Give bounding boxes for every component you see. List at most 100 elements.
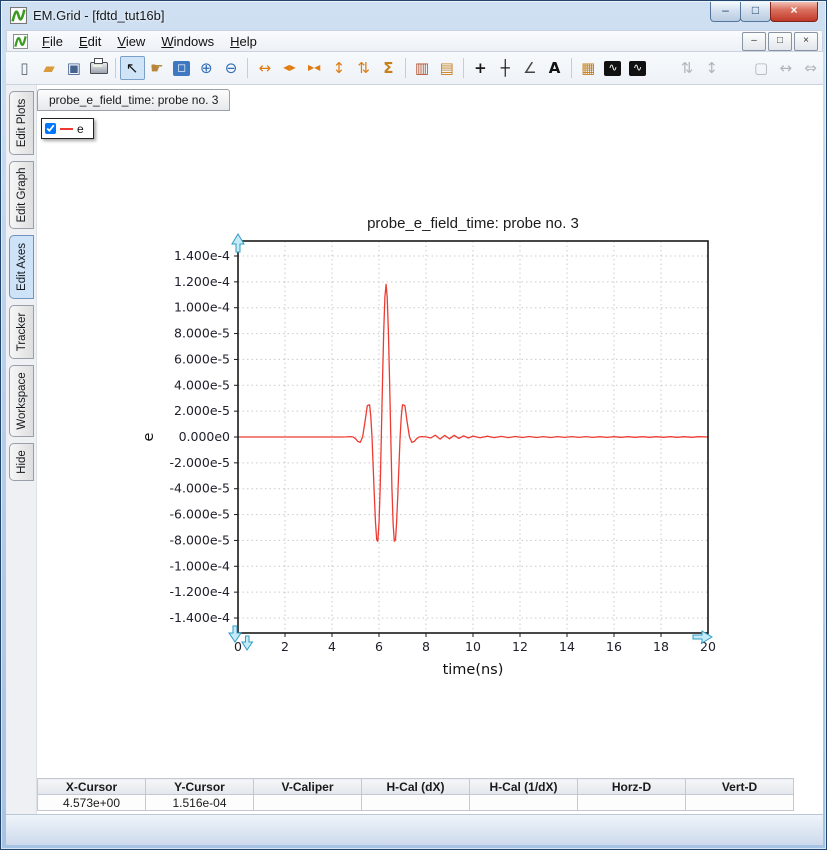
chart-svg[interactable]: 0 2 4 6 8 10 12 14 16 18 201.400e-41.200e-41.000e-… bbox=[131, 206, 731, 686]
menu-file[interactable]: File bbox=[34, 32, 71, 51]
status-bar bbox=[6, 814, 823, 845]
status-value-cell: 1.516e-04 bbox=[145, 794, 254, 811]
open-folder-icon: ▰ bbox=[43, 59, 55, 77]
sidebar-tab-edit-plots[interactable]: Edit Plots bbox=[9, 91, 34, 155]
mdi-close-button[interactable]: × bbox=[794, 31, 818, 51]
x-tick-label: 16 bbox=[606, 639, 622, 654]
app-menu-icon[interactable] bbox=[13, 33, 28, 49]
y-tick-label: 8.000e-5 bbox=[174, 326, 230, 341]
legend-line-swatch bbox=[60, 127, 73, 130]
autoscale-button[interactable]: Σ bbox=[376, 56, 401, 80]
expand-frame-v-button: ⇅ bbox=[675, 56, 700, 80]
expand-frame-h-icon: ↔ bbox=[779, 59, 793, 77]
sidebar-tab-workspace[interactable]: Workspace bbox=[9, 365, 34, 437]
compress-x-button[interactable]: ▶◀ bbox=[302, 56, 327, 80]
y-tick-label: -1.400e-4 bbox=[170, 610, 230, 625]
print-button[interactable] bbox=[86, 56, 111, 80]
select-cursor-icon: ↖ bbox=[125, 59, 139, 77]
mdi-restore-button[interactable]: □ bbox=[768, 31, 792, 51]
pan-hand-icon: ☛ bbox=[150, 59, 164, 77]
new-file-button[interactable]: ▯ bbox=[12, 56, 37, 80]
autoscale-icon: Σ bbox=[383, 59, 394, 77]
print-icon bbox=[89, 58, 108, 74]
sidebar-tab-label: Tracker bbox=[15, 312, 28, 352]
slope-button[interactable]: ∠ bbox=[517, 56, 542, 80]
toolbar-separator bbox=[247, 58, 249, 78]
sidebar-tab-tracker[interactable]: Tracker bbox=[9, 305, 34, 359]
mdi-minimize-button[interactable]: – bbox=[742, 31, 766, 51]
histogram-vertical-icon: ▥ bbox=[414, 59, 430, 77]
fit-x-button[interactable]: ↔ bbox=[252, 56, 277, 80]
crosshair-button[interactable]: + bbox=[468, 56, 493, 80]
maximize-button[interactable]: □ bbox=[740, 2, 771, 22]
close-button[interactable]: × bbox=[770, 2, 818, 22]
status-header-row: X-Cursor Y-Cursor V-Caliper H-Cal (dX) H-Cal… bbox=[37, 778, 794, 795]
minimize-button[interactable]: – bbox=[710, 2, 741, 22]
zoom-out-button[interactable]: ⊖ bbox=[219, 56, 244, 80]
chart-area: probe_e_field_time: probe no. 3 0 2 4 6 8 10 1… bbox=[131, 206, 731, 686]
menu-items: File Edit View Windows Help bbox=[34, 32, 740, 51]
select-cursor-button[interactable]: ↖ bbox=[119, 56, 145, 80]
frame-icon: ▢ bbox=[753, 59, 769, 77]
status-header-cell: V-Caliper bbox=[253, 778, 362, 795]
window-title: EM.Grid - [fdtd_tut16b] bbox=[33, 7, 165, 23]
menu-help[interactable]: Help bbox=[222, 32, 265, 51]
status-value-cell bbox=[469, 794, 578, 811]
histogram-vertical-button[interactable]: ▥ bbox=[410, 56, 435, 80]
y-tick-label: 1.200e-4 bbox=[174, 274, 230, 289]
fft-inverse-button[interactable]: ∿ bbox=[625, 56, 650, 80]
status-value-row: 4.573e+00 1.516e-04 bbox=[37, 794, 794, 811]
text-annotation-icon: A bbox=[548, 59, 561, 77]
toolbar-separator bbox=[570, 58, 572, 78]
status-header-cell: Horz-D bbox=[577, 778, 686, 795]
frame-button: ▢ bbox=[749, 56, 774, 80]
zoom-in-button[interactable]: ⊕ bbox=[194, 56, 219, 80]
status-value-cell bbox=[577, 794, 686, 811]
text-annotation-button[interactable]: A bbox=[542, 56, 567, 80]
x-tick-label: 18 bbox=[653, 639, 669, 654]
menu-windows[interactable]: Windows bbox=[153, 32, 222, 51]
menu-bar: File Edit View Windows Help – □ × bbox=[6, 30, 823, 52]
y-tick-label: -8.000e-5 bbox=[170, 532, 230, 547]
legend-e-checkbox[interactable] bbox=[45, 123, 56, 134]
toolbar: ▯ ▰ ▣ ↖ ☛ ◻ ⊕ ⊖ ↔ ◀▶ ▶◀ ↕ ⇅ Σ ▥ ▤ + ┼ ∠ A ▦ ∿ ∿ ⇅ ↕ ▢ ↔ ⇔ bbox=[6, 52, 823, 85]
sidebar-tab-label: Hide bbox=[15, 450, 28, 474]
toolbar-gap bbox=[650, 68, 675, 69]
y-tick-label: 4.000e-5 bbox=[174, 377, 230, 392]
sidebar-tab-label: Edit Axes bbox=[15, 243, 28, 291]
zoom-region-button[interactable]: ◻ bbox=[169, 56, 194, 80]
toolbar-gap bbox=[724, 68, 749, 69]
status-header-cell: X-Cursor bbox=[37, 778, 146, 795]
save-button[interactable]: ▣ bbox=[61, 56, 86, 80]
y-tick-label: -6.000e-5 bbox=[170, 507, 230, 522]
x-tick-label: 12 bbox=[512, 639, 528, 654]
histogram-horizontal-button[interactable]: ▤ bbox=[434, 56, 459, 80]
sidebar-tab-hide[interactable]: Hide bbox=[9, 443, 34, 481]
y-tick-label: 0.000e0 bbox=[179, 429, 230, 444]
fit-frame-h-icon: ⇔ bbox=[804, 59, 817, 77]
sidebar-tab-edit-graph[interactable]: Edit Graph bbox=[9, 161, 34, 229]
new-file-icon: ▯ bbox=[20, 59, 29, 77]
new-plot-button[interactable]: ▦ bbox=[576, 56, 601, 80]
expand-x-icon: ◀▶ bbox=[283, 63, 296, 72]
sidebar-tab-edit-axes[interactable]: Edit Axes bbox=[9, 235, 34, 299]
fit-frame-h-button: ⇔ bbox=[798, 56, 823, 80]
sidebar-tab-label: Workspace bbox=[15, 372, 28, 430]
menu-edit[interactable]: Edit bbox=[71, 32, 109, 51]
document-tab[interactable]: probe_e_field_time: probe no. 3 bbox=[37, 89, 231, 111]
status-header-cell: H-Cal (dX) bbox=[361, 778, 470, 795]
pan-hand-button[interactable]: ☛ bbox=[145, 56, 170, 80]
toolbar-separator bbox=[463, 58, 465, 78]
fft-forward-button[interactable]: ∿ bbox=[601, 56, 626, 80]
fft-inverse-icon: ∿ bbox=[629, 60, 647, 76]
app-icon bbox=[10, 6, 27, 24]
expand-x-button[interactable]: ◀▶ bbox=[277, 56, 302, 80]
fit-x-icon: ↔ bbox=[258, 59, 272, 77]
expand-y-button[interactable]: ⇅ bbox=[351, 56, 376, 80]
status-header-cell: Vert-D bbox=[685, 778, 794, 795]
slope-icon: ∠ bbox=[523, 59, 537, 77]
open-folder-button[interactable]: ▰ bbox=[37, 56, 62, 80]
tracker-button[interactable]: ┼ bbox=[493, 56, 518, 80]
menu-view[interactable]: View bbox=[109, 32, 153, 51]
fit-y-button[interactable]: ↕ bbox=[327, 56, 352, 80]
